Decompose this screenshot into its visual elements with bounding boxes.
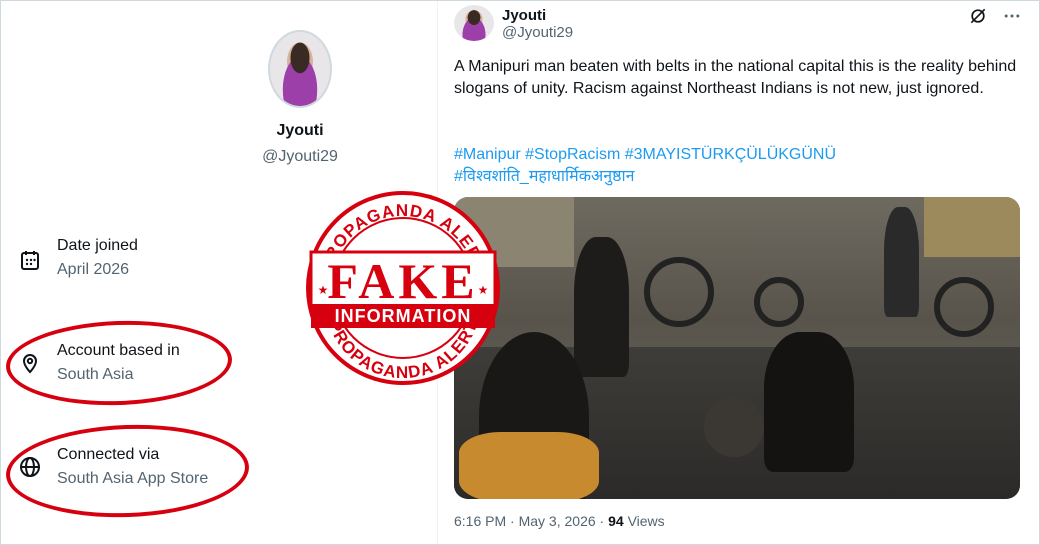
scene-person (574, 237, 629, 377)
date-joined-label: Date joined (57, 237, 138, 254)
scene-person (884, 207, 919, 317)
tweet-avatar[interactable] (454, 5, 494, 41)
scene-person (704, 397, 764, 457)
profile-avatar[interactable] (268, 30, 332, 108)
scene-motorbike (644, 257, 714, 327)
tweet-meta: 6:16 PM · May 3, 2026 · 94 Views (454, 513, 665, 529)
stamp-fake-text: FAKE (327, 253, 478, 309)
views-label: Views (627, 513, 665, 529)
calendar-icon (21, 251, 39, 270)
tweet-time[interactable]: 6:16 PM (454, 513, 506, 529)
tweet-header-actions (968, 6, 1022, 26)
highlight-ring-account (4, 317, 234, 409)
tweet-author-name[interactable]: Jyouti (502, 7, 546, 24)
tweet-text: A Manipuri man beaten with belts in the … (454, 58, 1017, 97)
scene-building (924, 197, 1020, 257)
scene-motorbike (754, 277, 804, 327)
stamp-information-text: INFORMATION (335, 306, 472, 326)
tweet: Jyouti @Jyouti29 A Manipuri man beaten w… (438, 0, 1040, 545)
fake-information-stamp: PROPAGANDA ALERT PROPAGANDA ALERT FAKE I… (306, 191, 500, 385)
stamp-star-icon: ★ (318, 283, 329, 297)
more-options-icon[interactable] (1002, 6, 1022, 26)
grok-icon[interactable] (968, 6, 988, 26)
meta-sep: · (510, 513, 515, 529)
info-date-joined: Date joined April 2026 (18, 234, 138, 282)
profile-name: Jyouti (276, 122, 324, 139)
scene-shirt (459, 432, 599, 499)
views-count: 94 (608, 513, 624, 529)
tweet-hashtags: #Manipur #StopRacism #3MAYISTÜRKÇÜLÜKGÜN… (454, 144, 1029, 188)
scene-person (764, 332, 854, 472)
tweet-author-handle[interactable]: @Jyouti29 (502, 24, 573, 41)
stamp-star-icon: ★ (478, 283, 489, 297)
hashtags-line-1[interactable]: #Manipur #StopRacism #3MAYISTÜRKÇÜLÜKGÜN… (454, 144, 1029, 166)
date-joined-value: April 2026 (57, 261, 130, 278)
profile-handle: @Jyouti29 (262, 148, 338, 165)
hashtags-line-2[interactable]: #विश्वशांति_महाधार्मिकअनुष्ठान (454, 166, 1029, 188)
meta-sep: · (599, 513, 605, 529)
scene-motorbike (934, 277, 994, 337)
tweet-date[interactable]: May 3, 2026 (519, 513, 596, 529)
tweet-video[interactable] (454, 197, 1020, 499)
highlight-ring-connected (4, 420, 251, 522)
